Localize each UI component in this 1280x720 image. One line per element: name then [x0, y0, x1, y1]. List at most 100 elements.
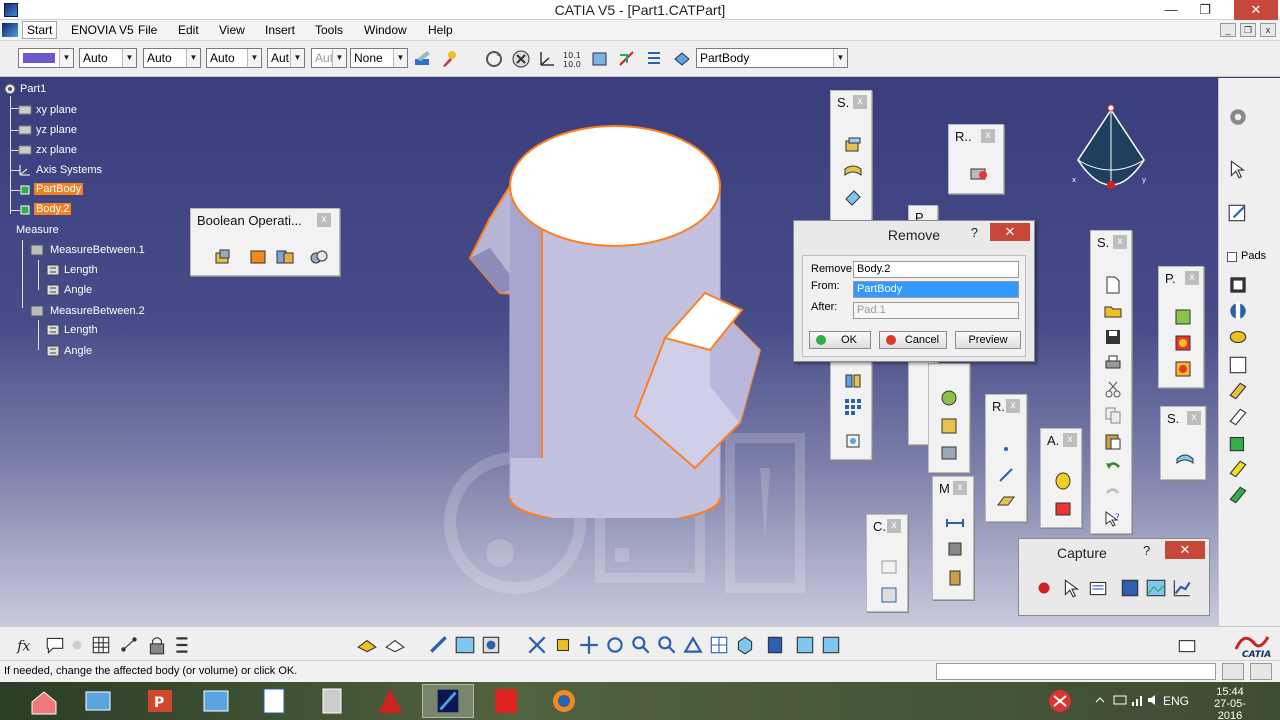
tree-item-yz-plane[interactable]: yz plane	[36, 124, 77, 136]
iso-view-icon[interactable]	[734, 634, 756, 656]
mirror-icon[interactable]	[843, 371, 863, 391]
tray-app-icon[interactable]	[1044, 686, 1076, 716]
capture-image-icon[interactable]	[1145, 577, 1167, 599]
close-icon[interactable]: x	[887, 519, 901, 533]
axis-system-icon[interactable]	[537, 49, 557, 69]
loft-icon[interactable]	[1227, 458, 1249, 480]
constraint-defined-icon[interactable]	[879, 585, 899, 605]
knowledge-icon[interactable]	[66, 634, 88, 656]
solid-combine-icon[interactable]	[1227, 432, 1249, 454]
help-icon[interactable]: ?	[1143, 543, 1150, 558]
assemble-icon[interactable]	[213, 247, 233, 267]
formula-icon[interactable]: fx	[16, 634, 38, 656]
add-icon[interactable]	[249, 247, 269, 267]
line-icon[interactable]	[996, 465, 1016, 485]
battery-icon[interactable]	[1112, 692, 1128, 708]
swap-visible-icon[interactable]	[820, 634, 842, 656]
parameters-icon[interactable]	[172, 634, 194, 656]
parameter-icon[interactable]	[46, 344, 60, 358]
slot-icon[interactable]	[1227, 380, 1249, 402]
menu-file[interactable]: File	[138, 23, 157, 37]
redo-icon[interactable]	[1103, 483, 1123, 503]
maximize-button[interactable]: ❐	[1190, 0, 1220, 20]
command-input[interactable]	[936, 663, 1216, 680]
layer-combo[interactable]: None ▼	[350, 48, 408, 68]
measure-between-icon[interactable]	[945, 513, 965, 533]
zoom-in-icon[interactable]	[630, 634, 652, 656]
close-icon[interactable]: x	[1063, 433, 1077, 447]
tree-item-measurebetween-1[interactable]: MeasureBetween.1	[50, 244, 145, 256]
clock[interactable]: 15:44 27-05-2016	[1202, 686, 1258, 720]
pad-tool-icon[interactable]	[1227, 274, 1249, 296]
cut-icon[interactable]	[1103, 379, 1123, 399]
parameter-icon[interactable]	[46, 263, 60, 277]
line-type-combo[interactable]: Auto ▼	[206, 48, 262, 68]
close-icon[interactable]: x	[1185, 271, 1199, 285]
close-icon[interactable]: x	[1006, 399, 1020, 413]
fit-all-icon[interactable]	[526, 634, 548, 656]
measure-inertia-icon[interactable]	[945, 567, 965, 587]
menu-window[interactable]: Window	[364, 23, 407, 37]
tree-item-angle-1[interactable]: Angle	[64, 284, 92, 296]
calculator-icon[interactable]	[306, 684, 358, 718]
tree-item-length-2[interactable]: Length	[64, 324, 98, 336]
options-icon[interactable]	[1087, 577, 1109, 599]
pads-checkbox[interactable]	[1227, 252, 1237, 262]
paste-icon[interactable]	[1103, 431, 1123, 451]
plane-icon[interactable]	[18, 123, 32, 137]
parameter-icon[interactable]	[46, 283, 60, 297]
home-icon[interactable]	[18, 684, 70, 718]
preview-button[interactable]: Preview	[955, 331, 1021, 349]
tree-item-angle-2[interactable]: Angle	[64, 345, 92, 357]
help-icon[interactable]: ?	[971, 225, 978, 240]
hide-icon[interactable]	[794, 634, 816, 656]
file-explorer-icon[interactable]	[72, 684, 124, 718]
menu-help[interactable]: Help	[428, 23, 453, 37]
plane-icon[interactable]	[18, 103, 32, 117]
rib-icon[interactable]	[1227, 354, 1249, 376]
measure-item-icon[interactable]	[945, 539, 965, 559]
snapshot-icon[interactable]	[480, 634, 502, 656]
tree-item-xy-plane[interactable]: xy plane	[36, 104, 77, 116]
part-icon[interactable]	[3, 82, 17, 96]
measure-between-icon[interactable]: 10.110.0	[562, 49, 582, 69]
body-icon[interactable]	[18, 183, 32, 197]
menu-enovia[interactable]: ENOVIA V5	[71, 23, 134, 37]
close-icon[interactable]: x	[853, 95, 867, 109]
record-icon[interactable]	[1033, 577, 1055, 599]
lock-icon[interactable]	[146, 634, 168, 656]
after-field[interactable]: Pad.1	[853, 302, 1019, 319]
save-icon[interactable]	[1103, 327, 1123, 347]
fly-mode-icon[interactable]	[511, 49, 531, 69]
powerpoint-icon[interactable]: P	[134, 684, 186, 718]
autocad-icon[interactable]	[364, 684, 416, 718]
line-thickness-combo[interactable]: Auto ▼	[143, 48, 201, 68]
rotate-icon[interactable]	[604, 634, 626, 656]
hole-icon[interactable]	[1227, 326, 1249, 348]
select-mode-icon[interactable]	[1061, 577, 1083, 599]
multi-section-surface-icon[interactable]	[1175, 449, 1195, 469]
stiffener-icon[interactable]	[1227, 406, 1249, 428]
print-icon[interactable]	[1103, 353, 1123, 373]
plane-icon[interactable]	[18, 143, 32, 157]
remove-loft-icon[interactable]	[1227, 484, 1249, 506]
chamfer-icon[interactable]	[939, 416, 959, 436]
tree-item-length-1[interactable]: Length	[64, 264, 98, 276]
tree-item-zx-plane[interactable]: zx plane	[36, 144, 77, 156]
zoom-out-icon[interactable]	[656, 634, 678, 656]
move-icon[interactable]	[578, 634, 600, 656]
normal-view-icon[interactable]	[682, 634, 704, 656]
menu-tools[interactable]: Tools	[315, 23, 343, 37]
close-icon[interactable]: x	[1113, 235, 1127, 249]
close-icon[interactable]: x	[317, 213, 331, 227]
fillet-icon[interactable]	[939, 388, 959, 408]
tools-palette-icon[interactable]	[1176, 634, 1198, 656]
color-combo[interactable]: ▼	[18, 48, 74, 68]
transparency-combo[interactable]: Auto ▼	[79, 48, 137, 68]
pad-icon[interactable]	[843, 135, 863, 155]
intersect-icon[interactable]	[309, 247, 329, 267]
cancel-button[interactable]: Cancel	[879, 331, 947, 349]
ok-button[interactable]: OK	[809, 331, 871, 349]
undo-icon[interactable]	[1103, 457, 1123, 477]
tree-item-measurebetween-2[interactable]: MeasureBetween.2	[50, 305, 145, 317]
